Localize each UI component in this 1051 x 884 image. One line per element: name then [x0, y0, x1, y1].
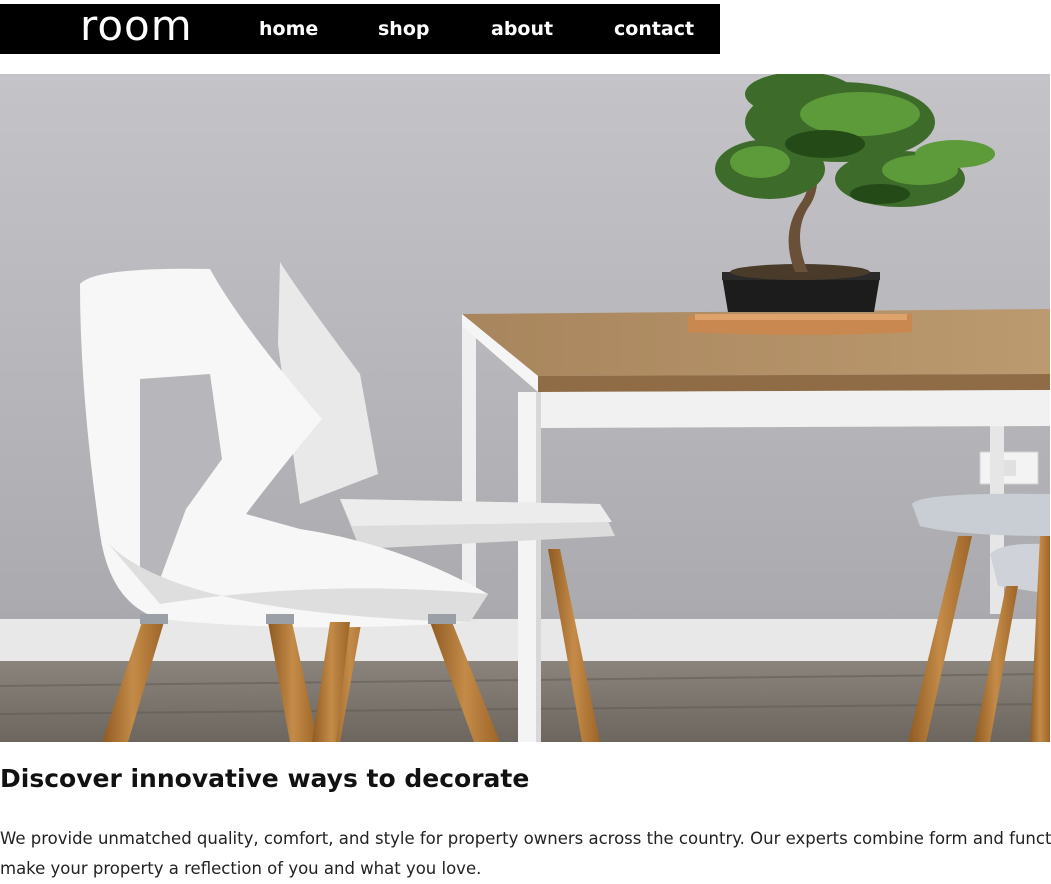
nav-link-about[interactable]: about [491, 4, 553, 54]
intro-paragraph-line-1: We provide unmatched quality, comfort, a… [0, 829, 1051, 848]
page-headline: Discover innovative ways to decorate [0, 764, 530, 793]
brand-logo[interactable]: room [80, 0, 193, 53]
intro-paragraph-line-2: make your property a reflection of you a… [0, 859, 482, 878]
intro-paragraph: We provide unmatched quality, comfort, a… [0, 824, 1051, 884]
hero-image [0, 74, 1050, 742]
hero-photo-illustration [0, 74, 1050, 742]
nav-link-shop[interactable]: shop [378, 4, 430, 54]
nav-link-contact[interactable]: contact [614, 4, 694, 54]
top-navigation-bar: room home shop about contact [0, 1, 720, 54]
nav-link-home[interactable]: home [259, 4, 318, 54]
